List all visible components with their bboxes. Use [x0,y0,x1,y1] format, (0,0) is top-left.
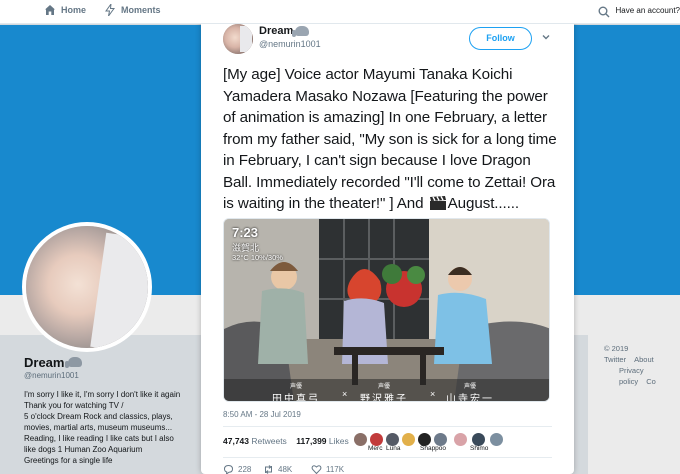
retweet-button[interactable]: 48K [263,464,292,474]
tweet-modal: Dream @nemurin1001 Follow [My age] Voice… [201,6,574,474]
account-link[interactable]: Have an account? [616,6,680,15]
liker-name: Shappoo [420,445,447,452]
retweets-stat[interactable]: 47,743 Retweets [223,436,287,446]
tweet-text-end: August...... [447,195,520,212]
tv-caption-1: 声優 田中真弓 [272,384,320,402]
liker-name: Shimo [470,445,489,452]
profile-avatar[interactable] [22,222,152,352]
elephant-icon [292,26,310,37]
liker-avatar[interactable] [354,433,367,446]
nav-moments-label: Moments [121,5,161,15]
reply-count: 228 [238,465,252,474]
chevron-down-icon[interactable] [541,32,551,42]
liker-name: Merc [368,445,383,452]
retweet-icon [265,465,272,474]
tweet-timestamp[interactable]: 8:50 AM - 28 Jul 2019 [223,410,301,419]
tv-clock: 7:23 [232,225,259,240]
tweet-text-main: [My age] Voice actor Mayumi Tanaka Koich… [223,66,557,212]
tv-weather: 32°C 10%/30% [232,253,283,262]
like-count: 117K [326,465,345,474]
likes-stat[interactable]: 117,399 Likes [296,436,348,446]
tv-caption-2: 声優 野沢雅子 [360,384,408,402]
reply-button[interactable]: 228 [223,464,251,474]
top-navigation: Home Moments Have an account? [0,0,680,24]
clapper-board-icon [429,196,446,210]
tv-scene-image [224,219,549,401]
tv-caption-sep: × [342,389,348,399]
search-icon[interactable] [598,6,610,18]
nav-home-label: Home [61,5,87,15]
nav-moments[interactable]: Moments [104,4,161,16]
tv-caption-sep: × [430,389,436,399]
liker-name: Luna [386,445,401,452]
liker-avatar[interactable] [402,433,415,446]
tv-caption-3: 声優 山寺宏一 [446,384,494,402]
tweet-media[interactable]: 7:23 滋賀北 32°C 10%/30% 声優 田中真弓 × 声優 野沢雅子 … [223,218,550,402]
author-handle[interactable]: @nemurin1001 [259,39,321,49]
like-button[interactable]: 117K [311,464,344,474]
retweet-count: 48K [278,465,293,474]
reply-icon [223,464,234,474]
follow-button[interactable]: Follow [469,27,532,50]
divider [223,457,552,458]
author-avatar[interactable] [223,24,253,54]
heart-icon [311,465,322,474]
tweet-stats: 47,743 Retweets 117,399 Likes [223,436,349,446]
author-name[interactable]: Dream [259,25,310,37]
lightning-icon [105,4,115,16]
nav-home[interactable]: Home [44,4,86,16]
home-icon [45,5,55,15]
divider [223,426,552,427]
liker-avatar[interactable] [454,433,467,446]
liker-avatar[interactable] [490,433,503,446]
tweet-text: [My age] Voice actor Mayumi Tanaka Koich… [223,64,558,215]
